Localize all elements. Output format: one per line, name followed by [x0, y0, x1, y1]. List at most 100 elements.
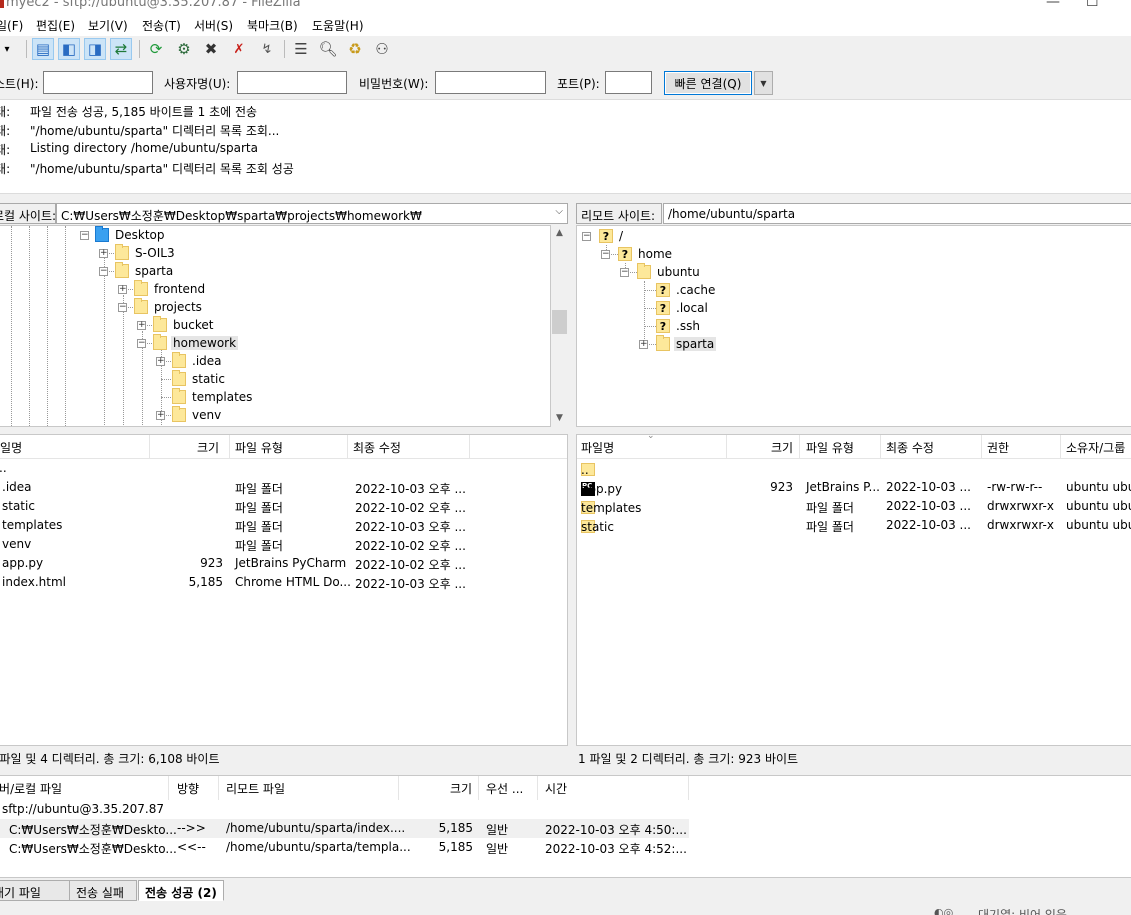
tree-node-idea[interactable]: .idea — [172, 352, 224, 370]
list-item[interactable]: index.html 5,185 Chrome HTML Do... 2022-… — [0, 573, 567, 592]
tree-node-s-oil3[interactable]: S-OIL3 — [115, 244, 177, 262]
tree-node-home[interactable]: ? home — [618, 245, 674, 263]
list-item[interactable]: venv 파일 폴더 2022-10-02 오후 ... — [0, 535, 567, 554]
tree-node-templates[interactable]: templates — [172, 388, 254, 406]
transfer-queue[interactable]: 서버/로컬 파일 방향 리모트 파일 크기 우선 ... 시간 sftp://u… — [0, 775, 1131, 878]
remote-file-list[interactable]: 파일명 ⌄ 크기 파일 유형 최종 수정 권한 소유자/그룹 .. PC app.… — [576, 434, 1131, 746]
search-files-icon[interactable]: ⚇ — [371, 38, 393, 60]
tree-node-local[interactable]: ? .local — [656, 299, 710, 317]
process-queue-icon[interactable]: ⚙ — [173, 38, 195, 60]
col-permissions[interactable]: 권한 — [987, 439, 1009, 456]
expander-ubuntu[interactable]: − — [620, 268, 629, 277]
tab-queued-files[interactable]: 대기 파일 — [0, 880, 70, 901]
menu-help[interactable]: 도움말(H) — [312, 17, 364, 34]
message-log[interactable]: 상태:파일 전송 성공, 5,185 바이트를 1 초에 전송 상태:"/hom… — [0, 100, 1131, 194]
menu-transfer[interactable]: 전송(T) — [142, 17, 181, 34]
expander-projects[interactable]: − — [118, 303, 127, 312]
expander-desktop[interactable]: − — [80, 231, 89, 240]
col-name[interactable]: 파일명 — [581, 439, 614, 456]
scroll-down-icon[interactable]: ▼ — [551, 410, 568, 427]
tree-node-desktop[interactable]: Desktop — [95, 226, 167, 244]
expander-root[interactable]: − — [582, 232, 591, 241]
expander-idea[interactable]: + — [156, 357, 165, 366]
reconnect-icon[interactable]: ↯ — [256, 38, 278, 60]
col-size[interactable]: 크기 — [450, 780, 472, 797]
quickconnect-button[interactable]: 빠른 연결(Q) — [664, 71, 752, 95]
password-input[interactable] — [435, 71, 546, 94]
sync-browse-icon[interactable]: ♻ — [344, 38, 366, 60]
menu-server[interactable]: 서버(S) — [194, 17, 233, 34]
pane-splitter[interactable] — [568, 200, 575, 770]
local-path-dropdown-icon[interactable]: ⌵ — [555, 206, 563, 217]
minimize-button[interactable]: — — [1046, 0, 1060, 10]
tree-node-sparta[interactable]: sparta — [656, 335, 717, 353]
port-input[interactable] — [605, 71, 652, 94]
tab-failed-transfers[interactable]: 전송 실패 — [69, 880, 137, 901]
queue-server-row[interactable]: sftp://ubuntu@3.35.207.87 — [0, 800, 700, 819]
toggle-log-icon[interactable]: ▤ — [32, 38, 54, 60]
tree-node-sparta[interactable]: sparta — [115, 262, 175, 280]
remote-tree[interactable]: − ? / − ? home − ubuntu ? .cache ? .local ?.… — [576, 225, 1131, 427]
tree-node-ubuntu[interactable]: ubuntu — [637, 263, 702, 281]
site-manager-dropdown-icon[interactable]: ▾ — [0, 38, 20, 60]
queue-row[interactable]: C:₩Users₩소정훈₩Deskto... <<-- /home/ubuntu… — [0, 838, 689, 857]
local-tree-scrollbar[interactable]: ▲ ▼ — [551, 225, 568, 427]
col-name[interactable]: 파일명 — [0, 439, 22, 456]
menu-file[interactable]: 일(F) — [0, 17, 23, 34]
quickconnect-dropdown-icon[interactable]: ▼ — [754, 71, 773, 95]
list-item[interactable]: .. — [577, 459, 1131, 478]
list-item[interactable]: templates 파일 폴더 2022-10-03 오후 ... — [0, 516, 567, 535]
tree-node-homework[interactable]: homework — [153, 334, 239, 352]
col-priority[interactable]: 우선 ... — [486, 780, 523, 797]
expander-bucket[interactable]: + — [137, 321, 146, 330]
scroll-up-icon[interactable]: ▲ — [551, 225, 568, 242]
toggle-queue-icon[interactable]: ⇄ — [110, 38, 132, 60]
col-time[interactable]: 시간 — [545, 780, 567, 797]
col-owner[interactable]: 소유자/그룹 — [1066, 439, 1125, 456]
list-item[interactable]: static 파일 폴더 2022-10-02 오후 ... — [0, 497, 567, 516]
tree-node-bucket[interactable]: bucket — [153, 316, 215, 334]
scroll-thumb[interactable] — [552, 310, 567, 334]
tree-node-static[interactable]: static — [172, 370, 227, 388]
queue-row[interactable]: C:₩Users₩소정훈₩Deskto... -->> /home/ubuntu… — [0, 819, 689, 838]
col-type[interactable]: 파일 유형 — [235, 439, 283, 456]
list-item[interactable]: templates 파일 폴더 2022-10-03 ... drwxrwxr-… — [577, 497, 1131, 516]
expander-sparta[interactable]: + — [639, 340, 648, 349]
cancel-icon[interactable]: ✖ — [200, 38, 222, 60]
tree-node-cache[interactable]: ? .cache — [656, 281, 717, 299]
tree-node-root[interactable]: ? / — [599, 227, 625, 245]
col-direction[interactable]: 방향 — [177, 780, 199, 797]
toggle-remote-tree-icon[interactable]: ◨ — [84, 38, 106, 60]
host-input[interactable] — [43, 71, 153, 94]
local-file-list[interactable]: 파일명 ⌃ 크기 파일 유형 최종 수정 .. .idea 파일 폴더 2022… — [0, 434, 568, 746]
remote-path-input[interactable]: /home/ubuntu/sparta — [663, 203, 1131, 224]
list-item[interactable]: static 파일 폴더 2022-10-03 ... drwxrwxr-x u… — [577, 516, 1131, 535]
menu-edit[interactable]: 편집(E) — [36, 17, 75, 34]
menu-bookmarks[interactable]: 북마크(B) — [247, 17, 298, 34]
compare-icon[interactable]: 🔍︎ — [317, 38, 339, 60]
list-item[interactable]: app.py 923 JetBrains PyCharm 2022-10-02 … — [0, 554, 567, 573]
tree-node-ssh[interactable]: ? .ssh — [656, 317, 702, 335]
tree-node-frontend[interactable]: frontend — [134, 280, 207, 298]
expander-frontend[interactable]: + — [118, 285, 127, 294]
expander-sparta[interactable]: − — [99, 267, 108, 276]
col-modified[interactable]: 최종 수정 — [353, 439, 401, 456]
col-local-file[interactable]: 서버/로컬 파일 — [0, 780, 62, 797]
local-tree[interactable]: − Desktop + S-OIL3 − sparta + frontend −… — [0, 225, 551, 427]
tree-node-projects[interactable]: projects — [134, 298, 204, 316]
expander-homework[interactable]: − — [137, 339, 146, 348]
username-input[interactable] — [237, 71, 347, 94]
menu-view[interactable]: 보기(V) — [88, 17, 128, 34]
disconnect-icon[interactable]: ✗ — [228, 38, 250, 60]
refresh-icon[interactable]: ⟳ — [145, 38, 167, 60]
filter-icon[interactable]: ☰ — [290, 38, 312, 60]
col-remote-file[interactable]: 리모트 파일 — [226, 780, 285, 797]
expander-venv[interactable]: + — [156, 411, 165, 420]
col-modified[interactable]: 최종 수정 — [886, 439, 934, 456]
col-size[interactable]: 크기 — [771, 439, 793, 456]
maximize-button[interactable]: ☐ — [1086, 0, 1099, 10]
tab-successful-transfers[interactable]: 전송 성공 (2) — [138, 880, 224, 901]
tree-node-venv[interactable]: venv — [172, 406, 223, 424]
col-type[interactable]: 파일 유형 — [806, 439, 854, 456]
list-item[interactable]: .idea 파일 폴더 2022-10-03 오후 ... — [0, 478, 567, 497]
